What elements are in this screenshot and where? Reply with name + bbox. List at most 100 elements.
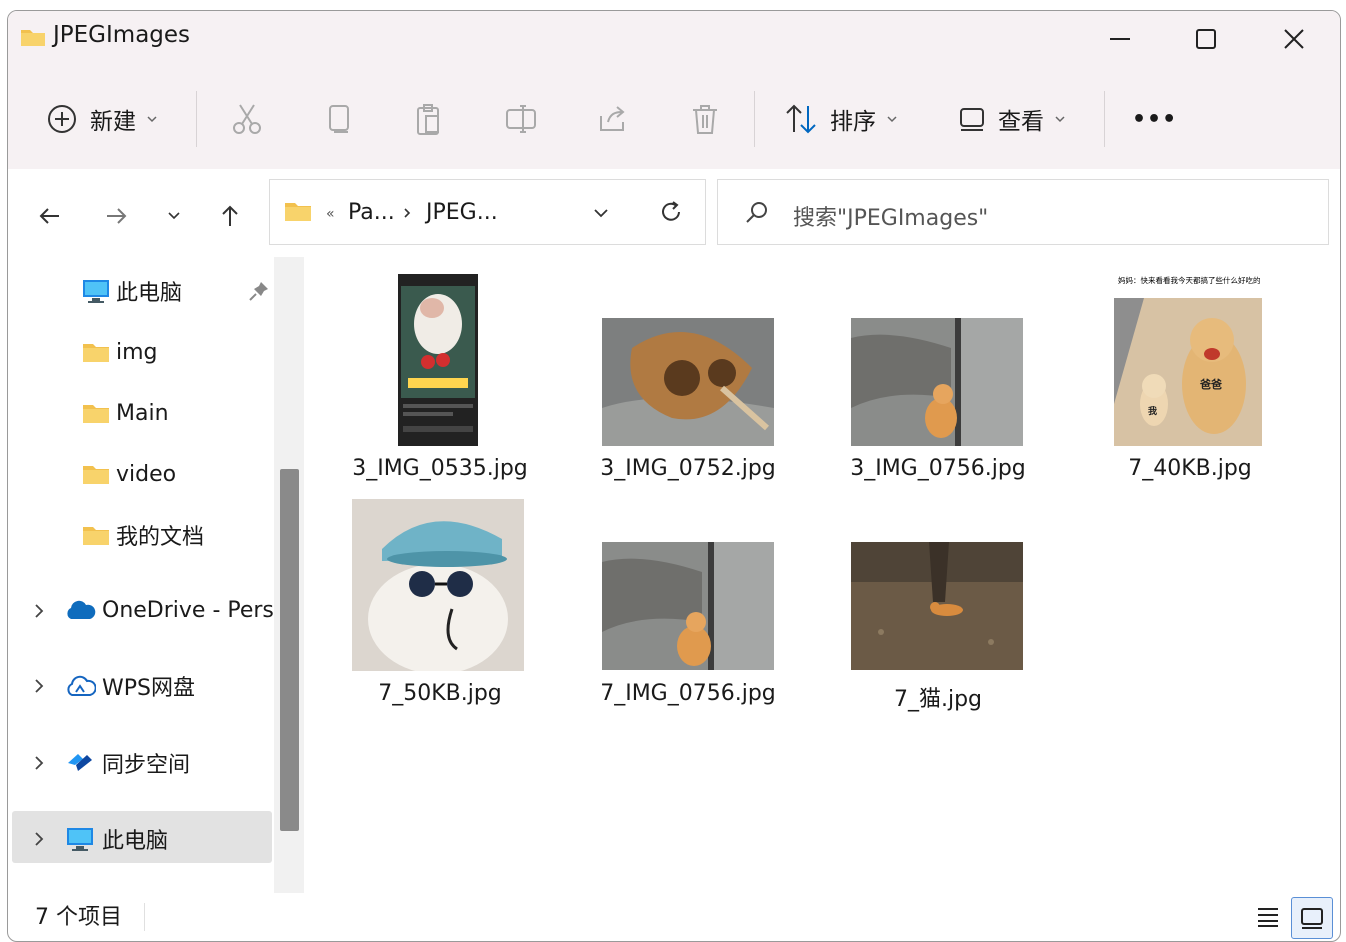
copy-icon <box>329 105 349 133</box>
large-icons-view-button[interactable] <box>1291 897 1333 939</box>
forward-button[interactable] <box>96 196 136 236</box>
file-thumbnail <box>398 274 478 446</box>
recent-locations-button[interactable] <box>154 196 194 236</box>
search-placeholder: 搜索"JPEGImages" <box>793 206 989 231</box>
folder-icon <box>83 405 109 423</box>
folder-icon <box>83 466 109 484</box>
minimize-icon <box>1110 38 1130 40</box>
chevron-right-icon[interactable] <box>30 677 48 695</box>
window-title: JPEGImages <box>53 22 191 48</box>
sidebar-item-label: 此电脑 <box>116 281 183 306</box>
delete-button[interactable] <box>688 97 722 141</box>
file-thumbnail: 妈妈：快来看看我今天都搞了些什么好吃的 爸爸 我 <box>1114 274 1262 446</box>
list-view-icon <box>1258 908 1278 927</box>
sidebar-item-onedrive[interactable]: OneDrive - Pers <box>64 585 274 635</box>
details-view-button[interactable] <box>1248 897 1288 937</box>
view-button[interactable]: 查看 <box>958 97 1066 141</box>
breadcrumb-item[interactable]: Pa... <box>348 200 395 225</box>
sidebar-item-label: WPS网盘 <box>102 676 195 701</box>
cloud-icon <box>67 675 96 696</box>
sidebar-item-main[interactable]: Main <box>82 388 169 438</box>
file-thumbnail <box>602 318 774 446</box>
computer-icon <box>67 828 93 851</box>
maximize-button[interactable] <box>1162 17 1250 61</box>
onedrive-icon <box>67 600 96 619</box>
back-button[interactable] <box>30 196 70 236</box>
maximize-icon <box>1196 29 1216 49</box>
file-thumbnail <box>851 542 1023 670</box>
title-and-toolbar: JPEGImages 新建 排序 查看 ••• <box>8 11 1340 169</box>
sidebar-item-this-pc-pinned[interactable]: 此电脑 <box>82 266 182 316</box>
breadcrumb-item[interactable]: JPEG... <box>426 200 498 225</box>
refresh-icon[interactable] <box>658 199 684 225</box>
file-name: 7_IMG_0756.jpg <box>600 681 776 706</box>
share-button[interactable] <box>596 97 630 141</box>
sidebar-item-video[interactable]: video <box>82 449 176 499</box>
sidebar-item-label: video <box>116 461 177 487</box>
plus-circle-icon <box>48 105 76 133</box>
more-options-button[interactable]: ••• <box>1132 97 1177 141</box>
sidebar-item-img[interactable]: img <box>82 327 158 377</box>
arrow-right-icon <box>107 208 127 224</box>
up-button[interactable] <box>210 196 250 236</box>
explorer-window: JPEGImages 新建 排序 查看 ••• « Pa... JPEG... … <box>7 10 1341 942</box>
file-name: 3_IMG_0752.jpg <box>600 456 776 481</box>
arrow-up-icon <box>222 205 238 226</box>
sidebar-item-this-pc[interactable]: 此电脑 <box>64 814 168 864</box>
sidebar-item-sync-space[interactable]: 同步空间 <box>64 738 190 788</box>
folder-icon <box>21 30 45 46</box>
breadcrumb-overflow[interactable]: « <box>326 206 335 222</box>
chevron-right-icon <box>404 208 411 218</box>
copy-button[interactable] <box>322 97 356 141</box>
toolbar-separator <box>1104 91 1105 147</box>
navigation-pane <box>8 255 310 893</box>
rename-icon <box>506 105 536 133</box>
chevron-down-icon <box>1055 116 1065 123</box>
sidebar-item-my-documents[interactable]: 我的文档 <box>82 510 204 560</box>
sidebar-item-wps-cloud[interactable]: WPS网盘 <box>64 661 195 711</box>
sidebar-item-label: img <box>116 339 158 365</box>
sidebar-scrollbar-thumb[interactable] <box>280 469 299 831</box>
thumbnail-view-icon <box>1301 908 1323 929</box>
sidebar-item-label: OneDrive - Pers <box>102 597 274 623</box>
rename-button[interactable] <box>504 97 538 141</box>
search-box[interactable]: 搜索"JPEGImages" <box>717 179 1329 245</box>
file-thumbnail <box>352 499 524 671</box>
trash-icon <box>693 105 717 134</box>
close-icon <box>1284 29 1304 49</box>
thumbnail-caption: 妈妈：快来看看我今天都搞了些什么好吃的 <box>1118 275 1261 285</box>
sort-label: 排序 <box>830 109 876 135</box>
chevron-right-icon[interactable] <box>30 602 48 620</box>
computer-icon <box>83 280 109 303</box>
close-button[interactable] <box>1250 17 1338 61</box>
arrow-left-icon <box>39 208 59 224</box>
file-thumbnail <box>602 542 774 670</box>
clipboard-icon <box>417 104 439 135</box>
address-bar[interactable]: « Pa... JPEG... <box>269 179 706 245</box>
thumbnail-label: 爸爸 <box>1199 377 1222 391</box>
chevron-right-icon[interactable] <box>30 830 48 848</box>
status-separator <box>144 903 145 931</box>
chevron-down-icon <box>168 212 180 220</box>
file-name: 7_50KB.jpg <box>378 681 502 706</box>
chevron-right-icon[interactable] <box>30 754 48 772</box>
sort-button[interactable]: 排序 <box>784 97 898 141</box>
minimize-button[interactable] <box>1076 17 1164 61</box>
sync-space-icon <box>68 754 92 771</box>
file-name: 7_40KB.jpg <box>1128 456 1252 481</box>
toolbar-separator <box>754 91 755 147</box>
sidebar-item-label: 同步空间 <box>102 753 191 778</box>
file-name: 3_IMG_0756.jpg <box>850 456 1026 481</box>
folder-icon <box>285 203 311 221</box>
status-item-count: 7 个项目 <box>35 905 122 930</box>
cut-button[interactable] <box>230 97 264 141</box>
file-name: 7_猫.jpg <box>893 687 983 712</box>
share-icon <box>600 106 625 131</box>
new-button[interactable]: 新建 <box>46 97 158 141</box>
file-name: 3_IMG_0535.jpg <box>352 456 528 481</box>
chevron-down-icon[interactable] <box>592 204 610 222</box>
sidebar-item-label: 我的文档 <box>116 525 205 550</box>
paste-button[interactable] <box>412 97 446 141</box>
search-icon <box>746 202 767 223</box>
folder-icon <box>83 527 109 545</box>
